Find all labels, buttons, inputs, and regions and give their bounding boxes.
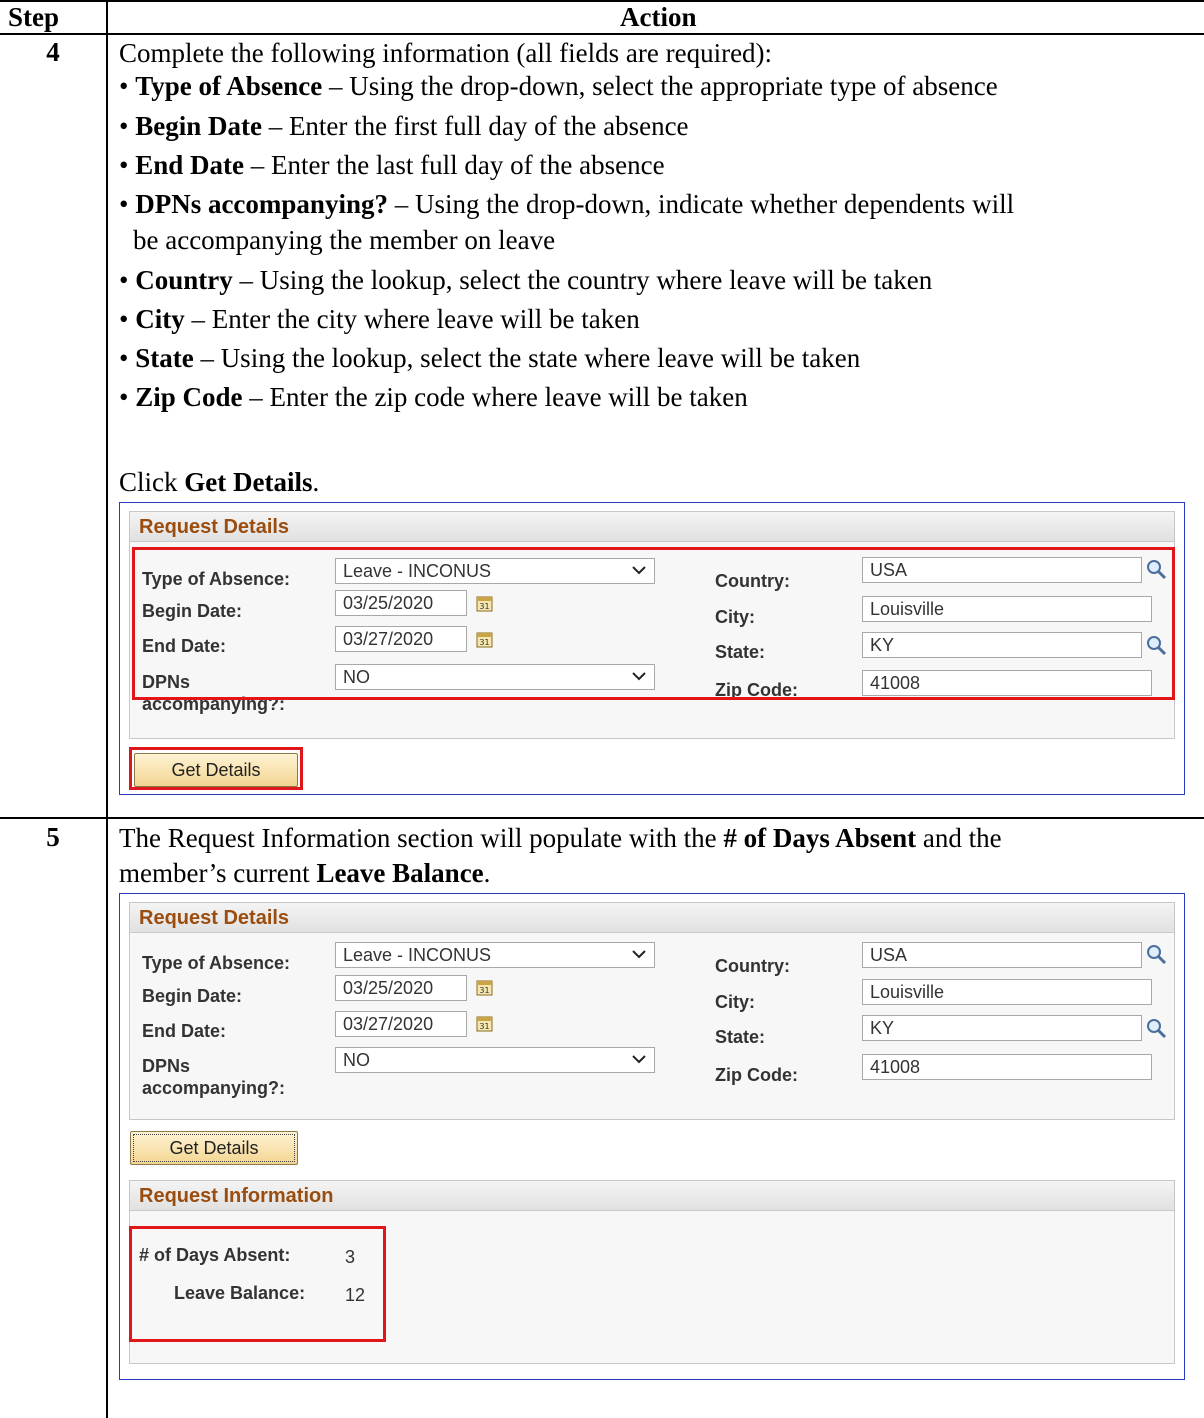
city-label: City: — [715, 992, 755, 1012]
bullet-zip-code: • Zip Code – Enter the zip code where le… — [119, 382, 748, 412]
search-icon[interactable] — [1145, 558, 1167, 580]
calendar-icon[interactable]: 31 — [476, 631, 493, 648]
click-instruction: Click Get Details. — [119, 467, 320, 497]
request-details-panel: Request Details Type of Absence: Leave -… — [129, 511, 1175, 739]
dpns-label: DPNs accompanying?: — [142, 1056, 286, 1098]
type-of-absence-select[interactable]: Leave - INCONUS — [335, 942, 655, 968]
bullet-city: • City – Enter the city where leave will… — [119, 304, 640, 334]
dpns-select[interactable]: NO — [335, 664, 655, 690]
type-of-absence-select[interactable]: Leave - INCONUS — [335, 558, 655, 584]
bullet-end-date: • End Date – Enter the last full day of … — [119, 150, 665, 180]
zip-code-input[interactable]: 41008 — [862, 670, 1152, 696]
chevron-down-icon — [632, 672, 646, 681]
request-details-title: Request Details — [130, 903, 1174, 933]
bullet-dpns: • DPNs accompanying? – Using the drop-do… — [119, 189, 1015, 219]
bullet-type-of-absence: • Type of Absence – Using the drop-down,… — [119, 71, 998, 101]
table-border-top — [0, 0, 1204, 2]
step5-line1: The Request Information section will pop… — [119, 823, 1002, 853]
begin-date-label: Begin Date: — [142, 986, 243, 1006]
svg-text:31: 31 — [479, 1022, 489, 1031]
screenshot-request-details-1: Request Details Type of Absence: Leave -… — [119, 502, 1185, 795]
step5-line2: member’s current Leave Balance. — [119, 858, 491, 888]
table-border-header — [0, 33, 1204, 35]
svg-text:31: 31 — [479, 986, 489, 995]
state-label: State: — [715, 642, 766, 662]
screenshot-request-details-2: Request Details Type of Absence: Leave -… — [119, 893, 1185, 1380]
type-of-absence-label: Type of Absence: — [142, 569, 291, 589]
bullet-dpns-continuation: be accompanying the member on leave — [133, 225, 556, 255]
table-border-mid — [0, 817, 1204, 819]
zip-code-label: Zip Code: — [715, 680, 798, 700]
bullet-begin-date: • Begin Date – Enter the first full day … — [119, 111, 689, 141]
header-action: Action — [620, 2, 697, 32]
leave-balance-value: 12 — [345, 1285, 366, 1305]
calendar-icon[interactable]: 31 — [476, 1015, 493, 1032]
chevron-down-icon — [632, 1055, 646, 1064]
request-details-title: Request Details — [130, 512, 1174, 542]
country-label: Country: — [715, 956, 790, 976]
type-of-absence-label: Type of Absence: — [142, 953, 291, 973]
days-absent-value: 3 — [345, 1247, 356, 1267]
zip-code-label: Zip Code: — [715, 1065, 798, 1085]
search-icon[interactable] — [1145, 943, 1167, 965]
header-step: Step — [8, 2, 60, 32]
step-intro: Complete the following information (all … — [119, 38, 773, 68]
chevron-down-icon — [632, 950, 646, 959]
leave-balance-label: Leave Balance: — [174, 1283, 306, 1303]
end-date-label: End Date: — [142, 636, 227, 656]
request-details-panel: Request Details Type of Absence: Leave -… — [129, 902, 1175, 1120]
dpns-label: DPNs accompanying?: — [142, 672, 286, 714]
country-label: Country: — [715, 571, 790, 591]
calendar-icon[interactable]: 31 — [476, 979, 493, 996]
get-details-button[interactable]: Get Details — [130, 1131, 298, 1165]
begin-date-input[interactable]: 03/25/2020 — [335, 590, 467, 616]
search-icon[interactable] — [1145, 1017, 1167, 1039]
bullet-country: • Country – Using the lookup, select the… — [119, 265, 933, 295]
search-icon[interactable] — [1145, 634, 1167, 656]
end-date-input[interactable]: 03/27/2020 — [335, 1011, 467, 1037]
begin-date-label: Begin Date: — [142, 601, 243, 621]
svg-text:31: 31 — [479, 638, 489, 647]
end-date-input[interactable]: 03/27/2020 — [335, 626, 467, 652]
days-absent-label: # of Days Absent: — [139, 1245, 291, 1265]
step-number: 5 — [46, 822, 60, 852]
bullet-state: • State – Using the lookup, select the s… — [119, 343, 861, 373]
chevron-down-icon — [632, 566, 646, 575]
state-input[interactable]: KY — [862, 1015, 1142, 1041]
table-border-divider — [106, 0, 108, 1418]
calendar-icon[interactable]: 31 — [476, 595, 493, 612]
state-label: State: — [715, 1027, 766, 1047]
country-input[interactable]: USA — [862, 942, 1142, 968]
request-information-panel: Request Information # of Days Absent: 3 … — [129, 1180, 1175, 1364]
city-input[interactable]: Louisville — [862, 596, 1152, 622]
step-number: 4 — [46, 37, 60, 67]
zip-code-input[interactable]: 41008 — [862, 1054, 1152, 1080]
city-input[interactable]: Louisville — [862, 979, 1152, 1005]
country-input[interactable]: USA — [862, 557, 1142, 583]
end-date-label: End Date: — [142, 1021, 227, 1041]
city-label: City: — [715, 607, 755, 627]
dpns-select[interactable]: NO — [335, 1047, 655, 1073]
request-information-title: Request Information — [130, 1181, 1174, 1211]
get-details-button[interactable]: Get Details — [134, 753, 298, 787]
svg-text:31: 31 — [479, 602, 489, 611]
begin-date-input[interactable]: 03/25/2020 — [335, 975, 467, 1001]
state-input[interactable]: KY — [862, 632, 1142, 658]
